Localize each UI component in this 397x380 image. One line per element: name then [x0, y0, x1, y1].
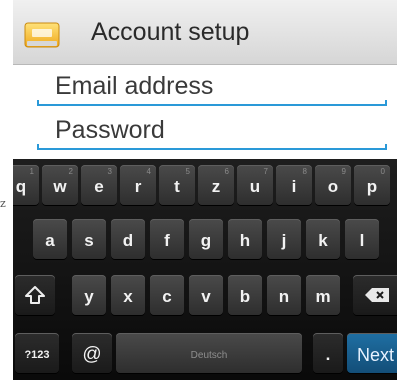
key-label: b — [239, 287, 251, 306]
key-w[interactable]: 2w — [42, 165, 78, 205]
at-key[interactable]: @ — [72, 333, 112, 373]
key-z[interactable]: 6z — [198, 165, 234, 205]
key-g[interactable]: g — [189, 219, 223, 259]
key-label: j — [281, 231, 287, 250]
on-screen-keyboard: 1q 2w 3e 4r 5t 6z 7u 8i 9o 0p a s d f g … — [13, 159, 397, 380]
key-label: q — [15, 177, 27, 196]
password-field[interactable]: Password — [37, 112, 387, 152]
backspace-key[interactable] — [353, 275, 397, 315]
key-label: ?123 — [24, 349, 50, 361]
shift-arrow-icon — [25, 286, 45, 304]
key-c[interactable]: c — [150, 275, 184, 315]
key-hint: 1 — [29, 167, 34, 176]
key-hint: 4 — [146, 167, 151, 176]
period-key[interactable]: . — [313, 333, 343, 373]
key-k[interactable]: k — [306, 219, 340, 259]
key-label: s — [84, 231, 94, 250]
key-i[interactable]: 8i — [276, 165, 312, 205]
key-label: w — [53, 177, 67, 196]
key-b[interactable]: b — [228, 275, 262, 315]
key-h[interactable]: h — [228, 219, 262, 259]
key-hint: 6 — [224, 167, 229, 176]
key-label: o — [327, 177, 339, 196]
space-key-label: Deutsch — [190, 349, 228, 361]
key-v[interactable]: v — [189, 275, 223, 315]
next-button-label: Next — [357, 344, 395, 365]
key-label: z — [211, 177, 221, 196]
key-a[interactable]: a — [33, 219, 67, 259]
key-label: v — [201, 287, 211, 306]
key-t[interactable]: 5t — [159, 165, 195, 205]
key-hint: 3 — [107, 167, 112, 176]
password-placeholder: Password — [55, 116, 165, 144]
email-field[interactable]: Email address — [37, 68, 387, 108]
key-label: g — [200, 231, 212, 250]
key-y[interactable]: y — [72, 275, 106, 315]
stray-character: z — [0, 197, 6, 210]
key-p[interactable]: 0p — [354, 165, 390, 205]
page-title: Account setup — [91, 18, 250, 46]
key-d[interactable]: d — [111, 219, 145, 259]
key-label: f — [164, 231, 170, 250]
key-label: a — [45, 231, 55, 250]
key-label: m — [315, 287, 331, 306]
key-label: n — [278, 287, 290, 306]
email-underline — [37, 100, 387, 106]
key-hint: 0 — [380, 167, 385, 176]
backspace-icon — [365, 288, 389, 302]
key-hint: 5 — [185, 167, 190, 176]
key-label: e — [94, 177, 104, 196]
key-o[interactable]: 9o — [315, 165, 351, 205]
symbols-key[interactable]: ?123 — [15, 333, 59, 373]
email-envelope-icon — [24, 22, 60, 48]
key-label: y — [84, 287, 94, 306]
key-n[interactable]: n — [267, 275, 301, 315]
key-f[interactable]: f — [150, 219, 184, 259]
key-m[interactable]: m — [306, 275, 340, 315]
key-l[interactable]: l — [345, 219, 379, 259]
key-label: k — [318, 231, 328, 250]
title-bar: Account setup — [13, 0, 397, 65]
key-label: c — [162, 287, 172, 306]
key-label: d — [122, 231, 134, 250]
key-hint: 8 — [302, 167, 307, 176]
key-q[interactable]: 1q — [13, 165, 39, 205]
key-r[interactable]: 4r — [120, 165, 156, 205]
key-label: . — [325, 345, 331, 364]
key-label: @ — [82, 344, 102, 365]
key-label: i — [291, 177, 297, 196]
key-hint: 9 — [341, 167, 346, 176]
shift-key[interactable] — [15, 275, 55, 315]
password-underline — [37, 144, 387, 150]
space-key[interactable]: Deutsch — [116, 333, 302, 373]
key-e[interactable]: 3e — [81, 165, 117, 205]
key-u[interactable]: 7u — [237, 165, 273, 205]
next-button[interactable]: Next — [347, 333, 397, 373]
key-j[interactable]: j — [267, 219, 301, 259]
phone-screen: Account setup Email address Password 1q … — [13, 0, 397, 380]
key-label: r — [134, 177, 142, 196]
key-label: u — [249, 177, 261, 196]
key-hint: 7 — [263, 167, 268, 176]
account-form: Email address Password — [13, 65, 397, 159]
key-label: l — [359, 231, 365, 250]
key-label: x — [123, 287, 133, 306]
key-label: h — [239, 231, 251, 250]
key-x[interactable]: x — [111, 275, 145, 315]
key-s[interactable]: s — [72, 219, 106, 259]
key-hint: 2 — [68, 167, 73, 176]
key-label: p — [366, 177, 378, 196]
key-label: t — [174, 177, 180, 196]
email-placeholder: Email address — [55, 72, 214, 100]
